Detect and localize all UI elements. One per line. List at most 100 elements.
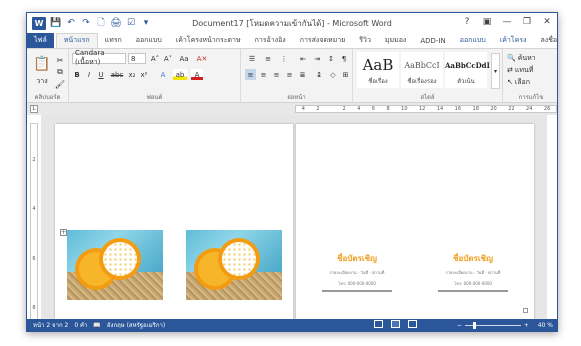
zoom-out-button[interactable]: −	[457, 322, 462, 329]
page-corner-mark	[523, 308, 528, 313]
find-button[interactable]: 🔍 ค้นหา	[507, 53, 555, 63]
minimize-button[interactable]: —	[497, 13, 517, 31]
word-count[interactable]: 0 คำ	[74, 320, 87, 330]
proofing-icon[interactable]: 📖	[93, 322, 100, 329]
customize-qat-icon[interactable]: ▾	[140, 17, 152, 29]
align-right-icon[interactable]: ≡	[271, 69, 282, 80]
tab-table-design[interactable]: ออกแบบ	[453, 33, 493, 48]
tab-selector[interactable]: L	[30, 105, 38, 113]
style-emphasis[interactable]: AaBbCcDdI ตัวเน้น	[445, 52, 490, 88]
page-count[interactable]: หน้า 2 จาก 2	[33, 320, 68, 330]
table-move-handle-icon[interactable]: +	[60, 229, 67, 236]
styles-more-icon[interactable]: ▾	[491, 53, 500, 89]
strikethrough-button[interactable]: abc	[109, 69, 125, 80]
italic-button[interactable]: I	[84, 69, 94, 80]
new-document-icon[interactable]: 🗋	[95, 17, 107, 29]
tab-page-layout[interactable]: เค้าโครงหน้ากระดาษ	[169, 33, 248, 48]
editing-group-label: การแก้ไข	[518, 94, 544, 101]
bold-button[interactable]: B	[72, 69, 82, 80]
ribbon-tabs: ไฟล์ หน้าแรก แทรก ออกแบบ เค้าโครงหน้ากระ…	[27, 33, 557, 49]
decrease-indent-icon[interactable]: ⇤	[297, 53, 309, 64]
thai-distribute-icon[interactable]: ≣	[297, 69, 308, 80]
style-title[interactable]: AaB ชื่อเรื่อง	[357, 52, 399, 88]
tab-mailings[interactable]: การส่งจดหมาย	[293, 33, 353, 48]
web-layout-icon[interactable]	[408, 320, 417, 328]
tab-table-layout[interactable]: เค้าโครง	[493, 33, 534, 48]
zoom-in-button[interactable]: +	[524, 322, 529, 329]
horizontal-ruler[interactable]: 4 2 2 4 6 8 10 12 14 16 18 20 22 24 26	[295, 105, 557, 113]
font-size-box[interactable]: 8	[128, 53, 146, 64]
close-button[interactable]: ✕	[537, 13, 557, 31]
document-area[interactable]: + ชื่อบัตรเชิญ รายละเอียดงาน · วันที่ · …	[41, 115, 547, 321]
tab-view[interactable]: มุมมอง	[378, 33, 413, 48]
numbering-icon[interactable]: ≡	[261, 53, 275, 64]
tab-file[interactable]: ไฟล์	[27, 33, 54, 48]
tab-references[interactable]: การอ้างอิง	[248, 33, 293, 48]
align-center-icon[interactable]: ≡	[258, 69, 269, 80]
copy-icon[interactable]: ⧉	[55, 67, 65, 77]
status-bar: หน้า 2 จาก 2 0 คำ 📖 อังกฤษ (สหรัฐอเมริกา…	[27, 319, 557, 331]
cut-icon[interactable]: ✂	[55, 55, 65, 65]
shrink-font-button[interactable]: A˅	[162, 53, 174, 64]
restore-button[interactable]: ❐	[517, 13, 537, 31]
subscript-button[interactable]: x₂	[127, 69, 137, 80]
page-1[interactable]: +	[55, 124, 293, 319]
bullets-icon[interactable]: ☰	[245, 53, 259, 64]
clear-formatting-button[interactable]: A✕	[195, 53, 209, 64]
word-window: W 💾 ↶ ↷ 🗋 🖨 ☑ ▾ Document17 [โหมดความเข้า…	[26, 12, 558, 332]
increase-indent-icon[interactable]: ⇥	[311, 53, 323, 64]
justify-icon[interactable]: ≡	[284, 69, 295, 80]
save-icon[interactable]: 💾	[50, 17, 62, 29]
help-icon[interactable]: ?	[457, 13, 477, 31]
align-left-icon[interactable]: ≡	[245, 69, 256, 80]
redo-icon[interactable]: ↷	[80, 17, 92, 29]
word-app-icon[interactable]: W	[32, 16, 46, 30]
grow-font-button[interactable]: A˄	[149, 53, 161, 64]
sort-icon[interactable]: ↕	[325, 53, 337, 64]
invitation-card-text[interactable]: ชื่อบัตรเชิญ รายละเอียดงาน · วันที่ · สถ…	[430, 252, 516, 292]
print-icon[interactable]: 🖨	[110, 17, 122, 29]
format-painter-icon[interactable]: 🖌	[55, 79, 65, 89]
zoom-level[interactable]: 40 %	[538, 322, 553, 329]
underline-button[interactable]: U	[96, 69, 106, 80]
line-spacing-icon[interactable]: ↨	[313, 69, 325, 80]
superscript-button[interactable]: x²	[139, 69, 149, 80]
zoom-slider-thumb[interactable]	[472, 321, 476, 329]
style-subtitle[interactable]: AaBbCcI ชื่อเรื่องรอง	[401, 52, 443, 88]
vertical-ruler[interactable]: 2 4 6 8	[30, 123, 38, 323]
tab-insert[interactable]: แทรก	[98, 33, 129, 48]
highlight-button[interactable]: ab	[173, 69, 187, 80]
multilevel-list-icon[interactable]: ⋮	[277, 53, 291, 64]
page-2[interactable]: ชื่อบัตรเชิญ รายละเอียดงาน · วันที่ · สถ…	[296, 124, 534, 319]
beach-sun-image[interactable]	[186, 230, 282, 300]
shading-icon[interactable]: ◇	[327, 69, 339, 80]
language-indicator[interactable]: อังกฤษ (สหรัฐอเมริกา)	[107, 320, 165, 330]
read-mode-icon[interactable]	[374, 320, 383, 328]
show-marks-button[interactable]: ¶	[339, 53, 349, 64]
checkbox-icon[interactable]: ☑	[125, 17, 137, 29]
zoom-control: − + 40 %	[457, 319, 553, 331]
card-heading: ชื่อบัตรเชิญ	[337, 254, 377, 263]
ribbon-display-icon[interactable]: ▣	[477, 13, 497, 31]
font-color-button[interactable]: A	[191, 69, 203, 80]
change-case-button[interactable]: Aa	[177, 53, 191, 64]
tab-home[interactable]: หน้าแรก	[55, 33, 98, 48]
ruler-row: L 4 2 2 4 6 8 10 12 14 16 18 20 22 24 26	[27, 103, 557, 115]
print-layout-icon[interactable]	[391, 320, 400, 328]
select-button[interactable]: ↖ เลือก	[507, 77, 555, 87]
replace-button[interactable]: ⇄ แทนที่	[507, 65, 555, 75]
ruler-tick: 8	[32, 305, 36, 312]
font-name-box[interactable]: Candara (เนื้อหา)	[72, 49, 126, 66]
undo-icon[interactable]: ↶	[65, 17, 77, 29]
beach-sun-image[interactable]	[67, 230, 163, 300]
paste-button[interactable]: วาง	[31, 77, 53, 86]
borders-icon[interactable]: ⊞	[340, 69, 351, 80]
text-effects-button[interactable]: A	[157, 69, 169, 80]
tab-review[interactable]: รีวิว	[352, 33, 378, 48]
zoom-slider[interactable]	[464, 321, 521, 329]
invitation-card-text[interactable]: ชื่อบัตรเชิญ รายละเอียดงาน · วันที่ · สถ…	[314, 252, 400, 292]
signin-link[interactable]: ลงชื่อเข้าใช้	[533, 33, 557, 48]
paste-icon[interactable]: 📋	[33, 53, 51, 75]
tab-add-ins[interactable]: ADD-IN	[413, 33, 452, 48]
tab-design[interactable]: ออกแบบ	[129, 33, 169, 48]
